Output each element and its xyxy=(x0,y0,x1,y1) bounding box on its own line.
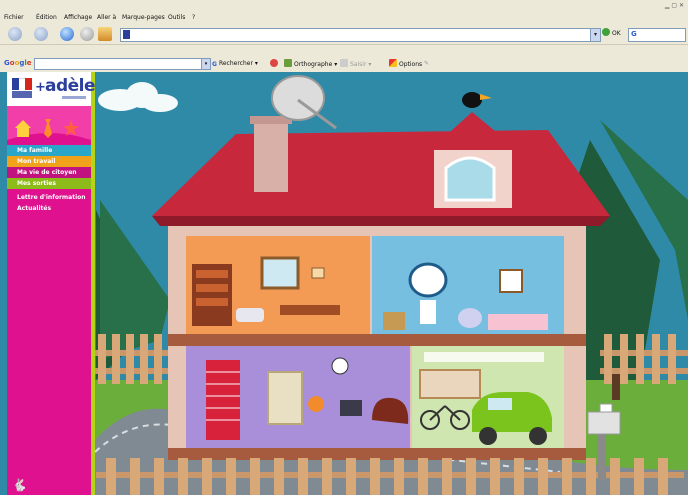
favicon-icon xyxy=(123,30,130,39)
nav-ma-vie-de-citoyen[interactable]: Ma vie de citoyen xyxy=(7,167,91,178)
photo-frame xyxy=(499,269,523,293)
stop-icon[interactable] xyxy=(80,27,94,41)
crow xyxy=(462,92,482,108)
google-search-button[interactable]: G Rechercher ▾ xyxy=(212,59,258,68)
menu-bar: Fichier Édition Affichage Aller à Marque… xyxy=(0,12,688,24)
bed xyxy=(488,314,548,330)
autofill-icon xyxy=(340,59,348,67)
television xyxy=(340,400,362,416)
toolbar-spacer xyxy=(0,45,688,56)
page-viewport xyxy=(0,72,688,495)
menu-aller-a[interactable]: Aller à xyxy=(97,14,116,22)
nav-mes-sorties[interactable]: Mes sorties xyxy=(7,178,91,189)
address-dropdown-icon[interactable]: ▾ xyxy=(590,28,601,42)
home-icon[interactable] xyxy=(98,27,112,41)
wall-clock xyxy=(331,357,349,375)
forward-icon[interactable] xyxy=(34,27,48,41)
republique-francaise-logo[interactable] xyxy=(12,78,32,100)
pagerank-icon[interactable] xyxy=(270,59,280,69)
menu-marque-pages[interactable]: Marque-pages xyxy=(122,14,165,22)
menu-affichage[interactable]: Affichage xyxy=(64,14,92,22)
browser-search-field[interactable]: G xyxy=(628,28,686,42)
rabbit-icon[interactable]: 🐇 xyxy=(12,478,27,492)
reload-icon[interactable] xyxy=(60,27,74,41)
google-search-dropdown-icon[interactable]: ▾ xyxy=(201,58,211,70)
navigation-toolbar: ▾ OK G xyxy=(0,24,688,45)
sidebar-icons xyxy=(7,106,91,140)
back-icon[interactable] xyxy=(8,27,22,41)
window-controls[interactable]: ▁ ▢ ✕ xyxy=(665,2,684,9)
menu-fichier[interactable]: Fichier xyxy=(4,14,24,22)
google-g-icon: G xyxy=(631,30,637,38)
nav-mon-travail[interactable]: Mon travail xyxy=(7,156,91,167)
desk xyxy=(280,305,340,315)
front-door xyxy=(267,371,303,425)
menu-outils[interactable]: Outils xyxy=(168,14,185,22)
nav-ma-famille[interactable]: Ma famille xyxy=(7,145,91,156)
google-toolbar: Google - ▾ GRechercher ▾ Orthographe ▾ S… xyxy=(0,56,688,73)
google-logo[interactable]: Google - xyxy=(4,59,37,67)
menu-help[interactable]: ? xyxy=(192,14,195,22)
spellcheck-button[interactable]: Orthographe ▾ xyxy=(284,59,337,69)
options-icon xyxy=(389,59,397,67)
office-window xyxy=(260,256,300,290)
chimney xyxy=(254,120,288,192)
google-g-icon: G xyxy=(212,61,217,68)
address-bar[interactable] xyxy=(120,28,594,42)
menu-edition[interactable]: Édition xyxy=(36,14,57,22)
house-scene xyxy=(0,72,688,495)
nav-lettre-information[interactable]: Lettre d'information xyxy=(7,192,91,203)
nav-actualites[interactable]: Actualités xyxy=(7,203,91,214)
options-button[interactable]: Options xyxy=(389,59,422,69)
logo-tagline-bar xyxy=(62,96,86,99)
spellcheck-icon xyxy=(284,59,292,67)
bathroom-mirror xyxy=(408,262,448,298)
pencil-icon[interactable]: ✎ xyxy=(424,59,429,68)
adele-logo[interactable]: adèle xyxy=(45,76,96,96)
autofill-button[interactable]: Saisir ▾ xyxy=(340,59,371,69)
go-button[interactable]: OK xyxy=(602,28,626,40)
sidebar-accent-stripe xyxy=(91,72,95,495)
google-search-input[interactable] xyxy=(34,58,202,70)
dormer-window xyxy=(444,156,496,202)
